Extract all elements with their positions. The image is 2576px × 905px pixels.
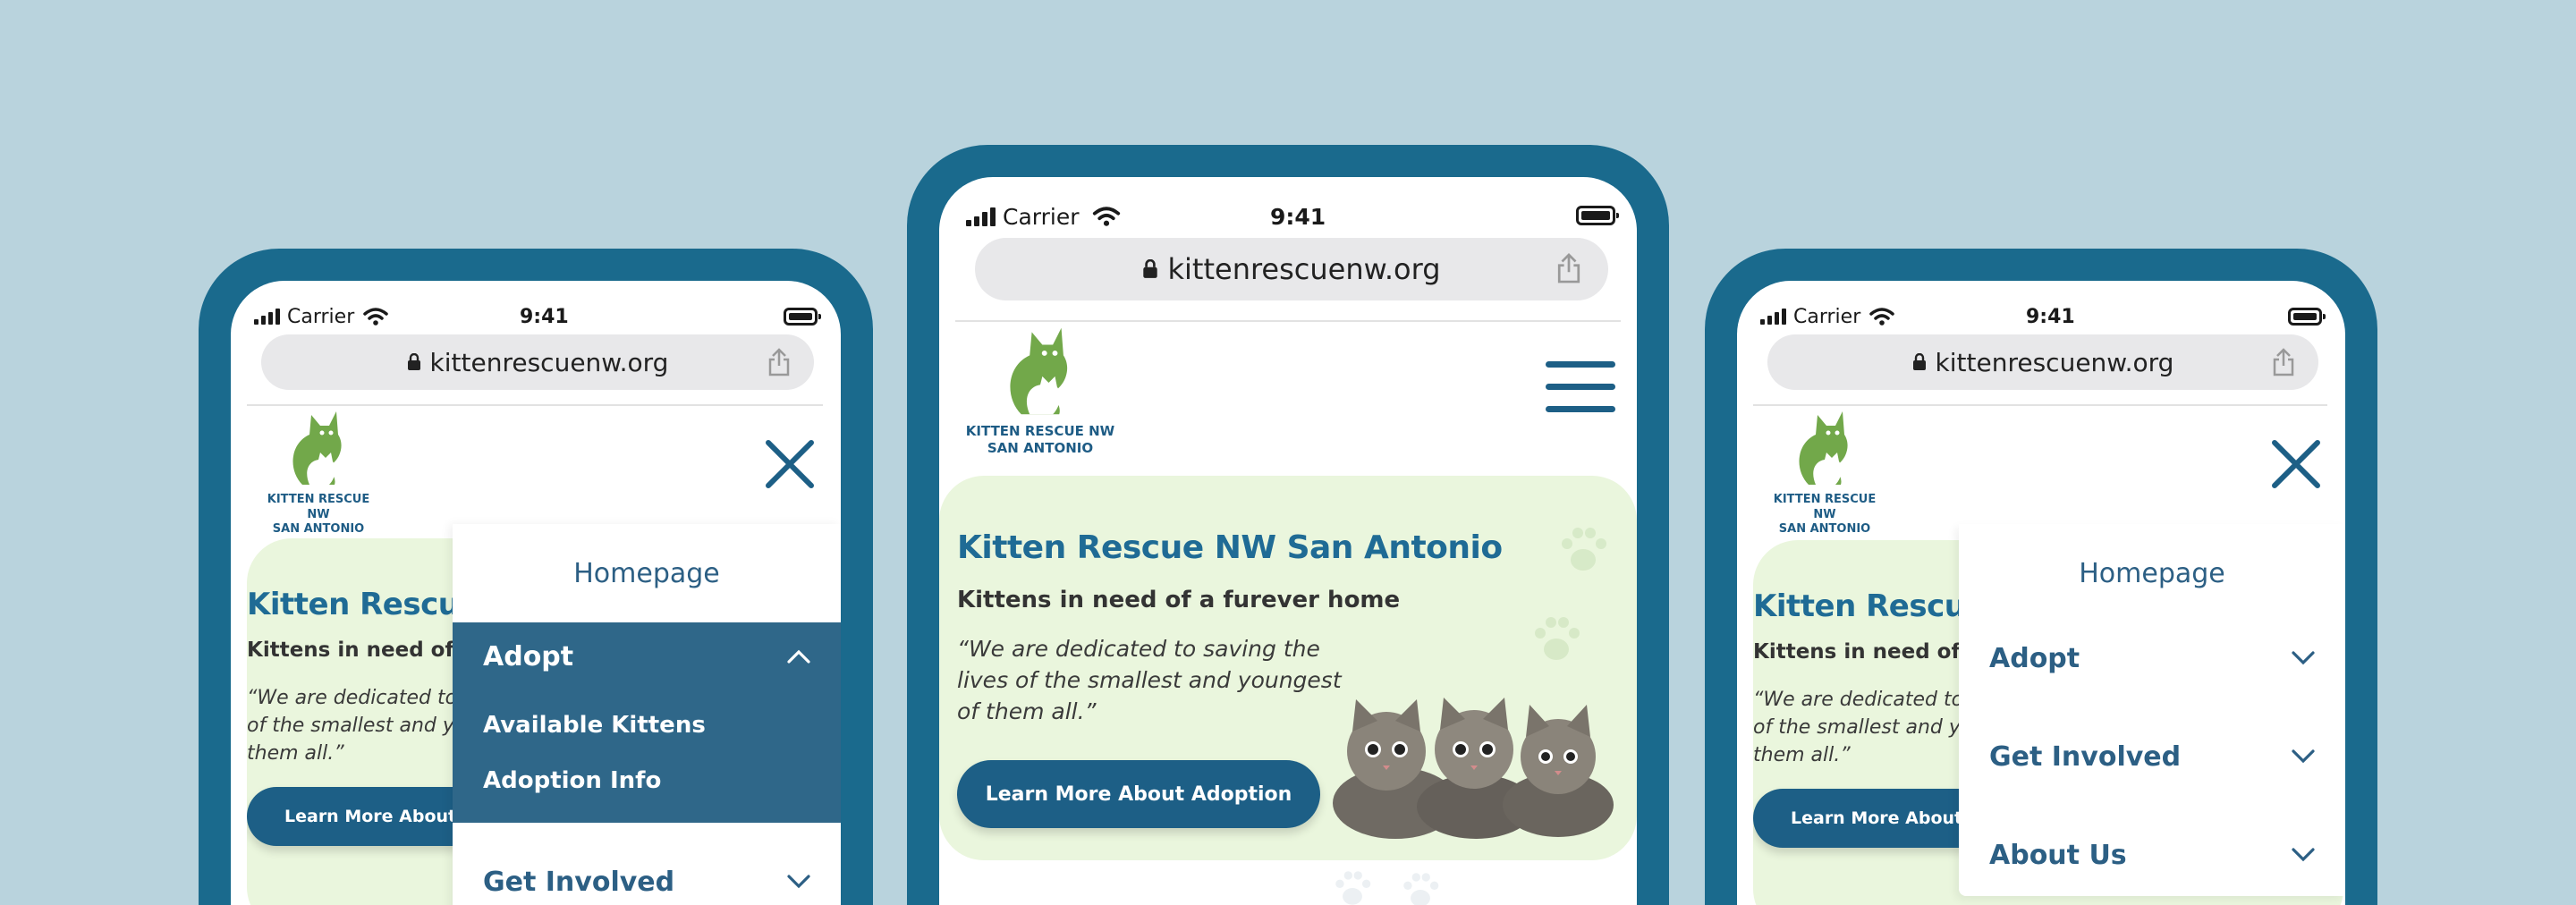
learn-more-about-adoption-button[interactable]: Learn More About Adoption: [957, 760, 1320, 828]
header-divider: [955, 320, 1621, 322]
cat-logo-icon: [1010, 327, 1068, 415]
close-icon[interactable]: [2272, 440, 2320, 488]
screen-left: Carrier 9:41 kittenrescuenw.org KITTEN R…: [231, 281, 841, 905]
share-icon[interactable]: [2272, 348, 2295, 376]
hero-quote: “We are dedicated to sa of the smallest a…: [247, 687, 487, 765]
menu-about-us[interactable]: About Us: [1959, 828, 2345, 882]
close-icon[interactable]: [766, 440, 814, 488]
carrier-label: Carrier: [1793, 305, 1861, 328]
clock: 9:41: [1270, 203, 1326, 230]
signal-icon: [254, 309, 280, 325]
signal-icon: [966, 207, 996, 226]
menu-adopt-label: Adopt: [483, 640, 574, 672]
nav-menu: Homepage Adopt Available Kittens Adoptio…: [453, 524, 841, 905]
carrier-label: Carrier: [1003, 203, 1080, 230]
hero-subtitle: Kittens in need of a: [247, 639, 476, 662]
battery-icon: [784, 308, 821, 326]
lock-icon: [1143, 259, 1158, 278]
status-bar: Carrier 9:41: [231, 305, 841, 328]
clock: 9:41: [520, 305, 569, 328]
menu-adopt[interactable]: Adopt: [453, 622, 841, 690]
wifi-icon: [1092, 207, 1120, 226]
chevron-down-icon: [2292, 848, 2315, 862]
logo-text-line1: KITTEN RESCUE NW: [267, 493, 370, 521]
paw-icon: [1403, 873, 1439, 905]
logo-text-line2: SAN ANTONIO: [987, 439, 1094, 456]
logo-text-line1: KITTEN RESCUE NW: [965, 422, 1115, 439]
paw-icon: [1562, 528, 1606, 571]
menu-adopt-expanded: Adopt Available Kittens Adoption Info: [453, 622, 841, 823]
phone-left: Carrier 9:41 kittenrescuenw.org KITTEN R…: [199, 249, 873, 905]
lock-icon: [1912, 353, 1926, 370]
cat-logo-icon: [292, 411, 342, 485]
learn-more-button[interactable]: Learn More About A: [1753, 789, 1977, 848]
site-logo[interactable]: KITTEN RESCUE NW SAN ANTONIO: [964, 324, 1116, 456]
chevron-down-icon: [787, 875, 810, 889]
logo-text-line2: SAN ANTONIO: [1778, 521, 1871, 536]
logo-text-line2: SAN ANTONIO: [272, 521, 365, 536]
url-text: kittenrescuenw.org: [1167, 252, 1441, 286]
menu-get-involved[interactable]: Get Involved: [1959, 730, 2345, 783]
address-bar[interactable]: kittenrescuenw.org: [261, 334, 814, 390]
menu-homepage[interactable]: Homepage: [453, 558, 841, 589]
menu-about-us-label: About Us: [1989, 839, 2127, 871]
chevron-down-icon: [2292, 651, 2315, 665]
battery-icon: [2288, 308, 2326, 326]
site-logo[interactable]: KITTEN RESCUE NW SAN ANTONIO: [256, 408, 381, 537]
chevron-up-icon: [787, 649, 810, 664]
paw-icon: [1335, 871, 1371, 905]
menu-get-involved-label: Get Involved: [1989, 740, 2182, 773]
url-text: kittenrescuenw.org: [1935, 347, 2174, 377]
menu-adopt[interactable]: Adopt: [1959, 631, 2345, 685]
logo-text-line1: KITTEN RESCUE NW: [1773, 493, 1877, 521]
hamburger-icon[interactable]: [1546, 361, 1615, 413]
battery-icon: [1576, 206, 1619, 225]
url-text: kittenrescuenw.org: [429, 347, 669, 377]
hero-banner: Kitten Rescue NW San Antonio Kittens in …: [939, 476, 1637, 860]
status-bar: Carrier 9:41: [1737, 305, 2345, 328]
kittens-image: [1333, 698, 1614, 839]
menu-available-kittens[interactable]: Available Kittens: [483, 712, 706, 739]
menu-adoption-info[interactable]: Adoption Info: [483, 767, 661, 794]
screen-right: Carrier 9:41 kittenrescuenw.org KITTEN R…: [1737, 281, 2345, 905]
phone-right: Carrier 9:41 kittenrescuenw.org KITTEN R…: [1705, 249, 2377, 905]
header-divider: [1753, 404, 2327, 406]
menu-get-involved-label: Get Involved: [483, 866, 675, 898]
phone-center: Carrier 9:41 kittenrescuenw.org KITTEN R…: [907, 145, 1669, 905]
hero-title: Kitten Rescue NW San Antonio: [957, 529, 1503, 566]
menu-get-involved[interactable]: Get Involved: [453, 855, 841, 905]
address-bar[interactable]: kittenrescuenw.org: [1767, 334, 2318, 390]
lock-icon: [407, 353, 420, 370]
address-bar[interactable]: kittenrescuenw.org: [975, 238, 1608, 300]
menu-homepage[interactable]: Homepage: [1959, 558, 2345, 589]
header-divider: [247, 404, 823, 406]
signal-icon: [1760, 309, 1786, 325]
share-icon[interactable]: [767, 348, 791, 376]
wifi-icon: [1869, 308, 1894, 326]
share-icon[interactable]: [1556, 252, 1581, 284]
paw-icon: [1535, 617, 1580, 660]
screen-center: Carrier 9:41 kittenrescuenw.org KITTEN R…: [939, 177, 1637, 905]
menu-adopt-label: Adopt: [1989, 642, 2080, 674]
nav-menu: Homepage Adopt Get Involved About Us: [1959, 524, 2345, 896]
hero-quote: “We are dedicated to saving the lives of…: [957, 636, 1342, 724]
carrier-label: Carrier: [287, 305, 355, 328]
status-bar: Carrier 9:41: [939, 203, 1637, 230]
wifi-icon: [363, 308, 388, 326]
cat-logo-icon: [1799, 411, 1848, 485]
hero-subtitle: Kittens in need of a: [1753, 640, 1982, 664]
hero-subtitle: Kittens in need of a furever home: [957, 587, 1401, 613]
hero-quote: “We are dedicated to sa of the smallest a…: [1753, 689, 1993, 766]
learn-more-button[interactable]: Learn More About A: [247, 787, 470, 846]
clock: 9:41: [2026, 305, 2075, 328]
chevron-down-icon: [2292, 749, 2315, 764]
site-logo[interactable]: KITTEN RESCUE NW SAN ANTONIO: [1762, 408, 1887, 537]
